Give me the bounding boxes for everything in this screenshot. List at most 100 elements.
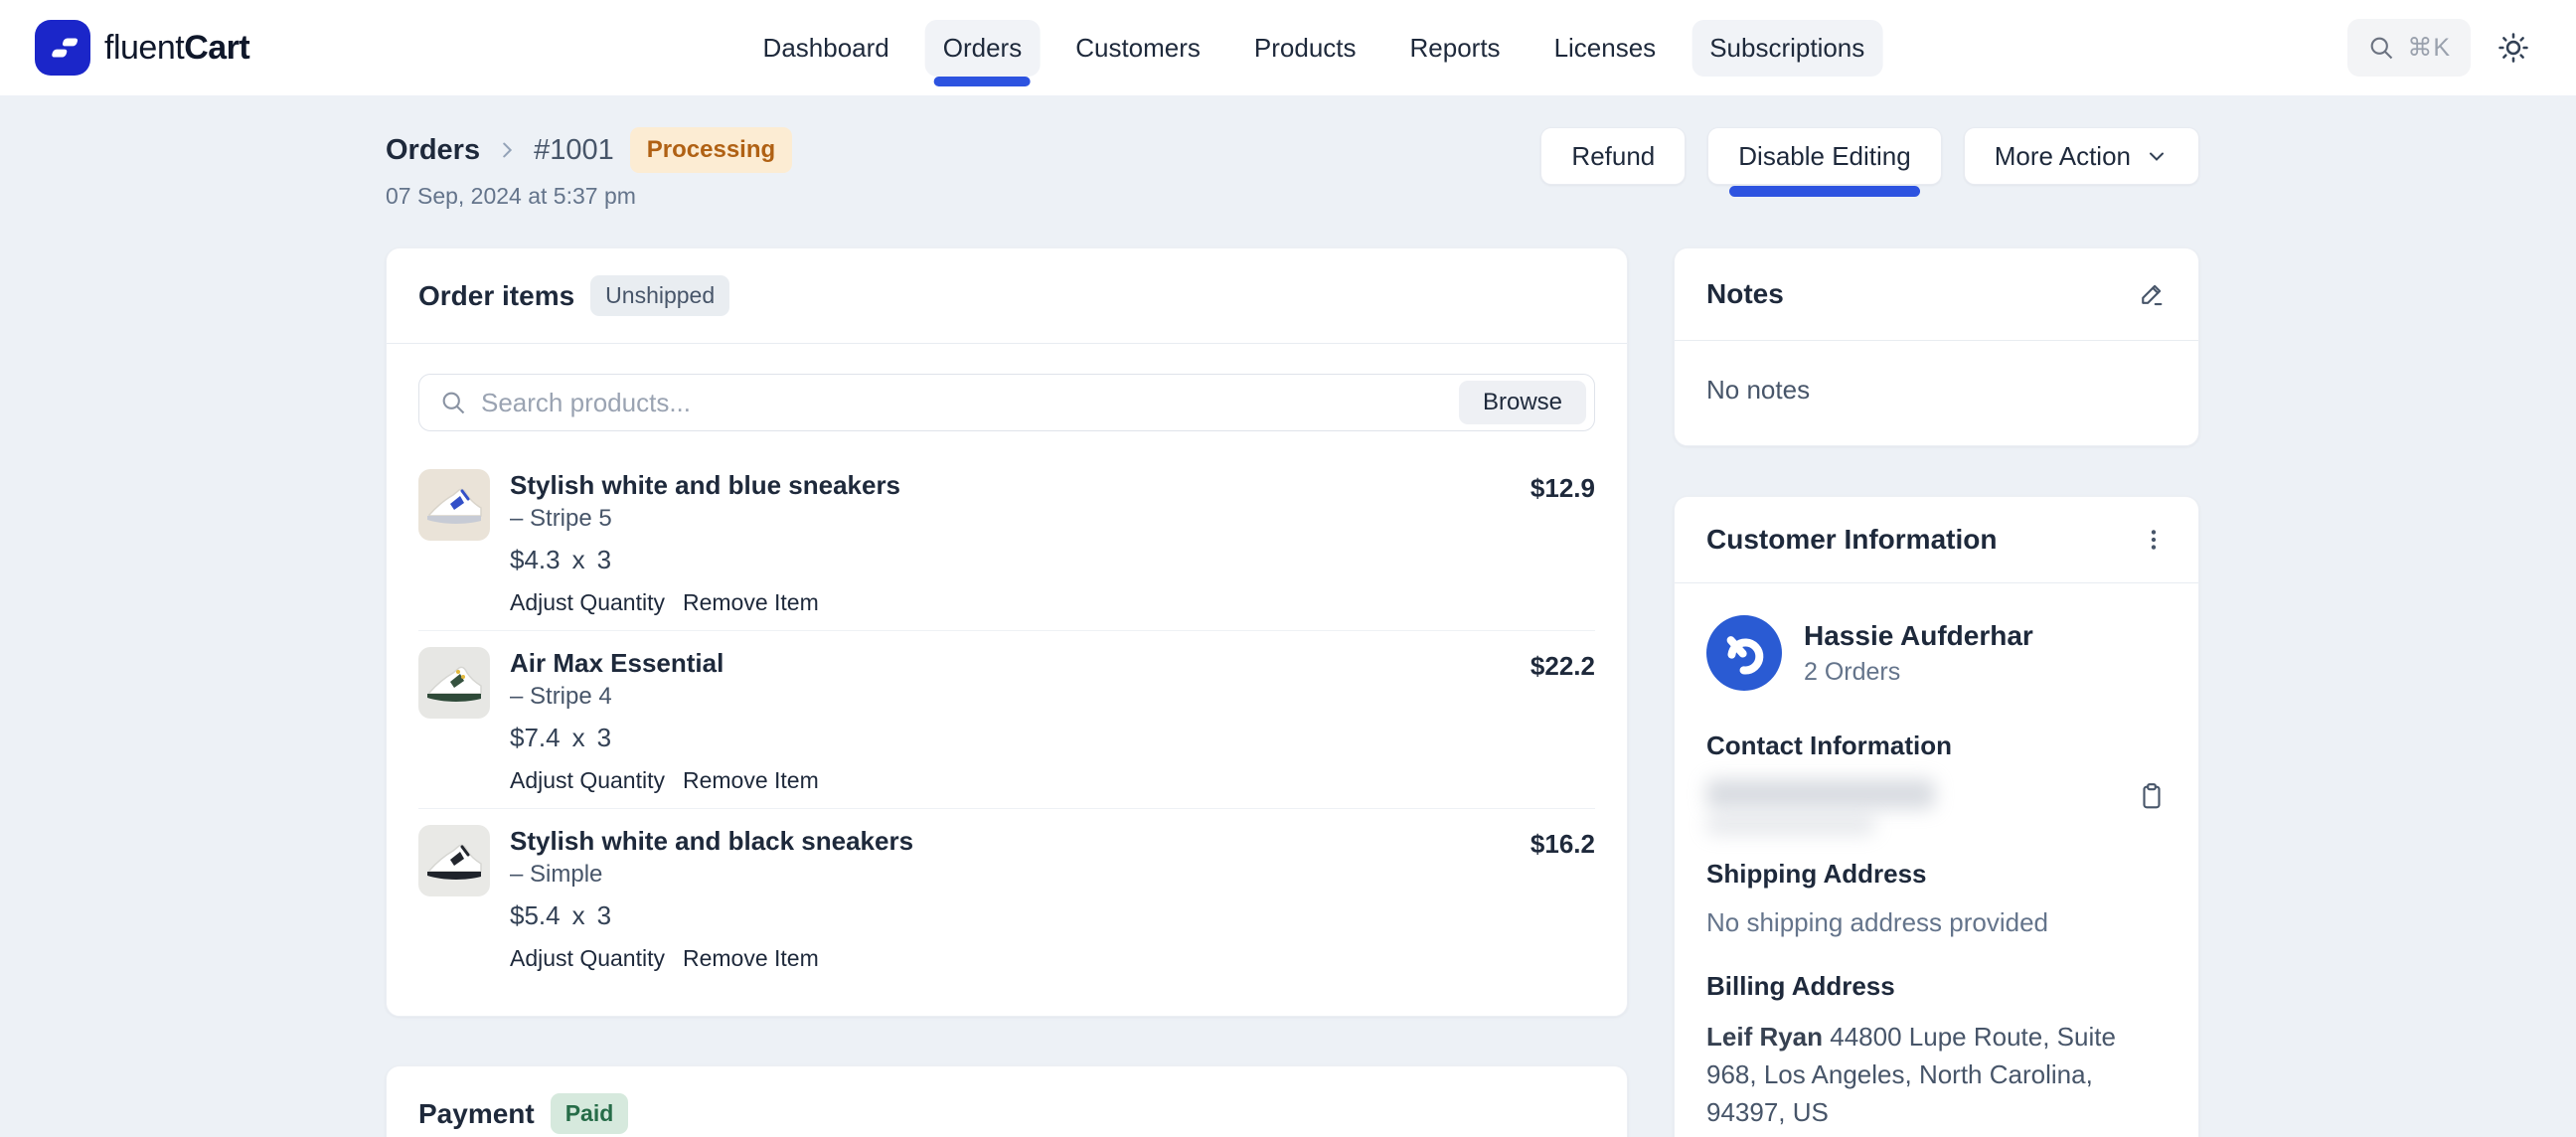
product-thumbnail [418,825,490,896]
quantity: 3 [597,900,611,931]
edit-notes-button[interactable] [2137,279,2167,309]
sun-icon [2496,31,2530,65]
header-right-controls: ⌘K [2347,19,2530,77]
pencil-icon [2137,279,2167,309]
browse-products-button[interactable]: Browse [1459,381,1586,424]
contact-information-section: Contact Information [1706,731,2167,835]
qty-separator: x [572,900,585,931]
price-quantity: $7.4 x 3 [510,723,1511,753]
product-name[interactable]: Stylish white and black sneakers [510,825,1511,857]
brand-name: fluentCart [104,29,249,68]
qty-separator: x [572,545,585,575]
order-item-row: Air Max Essential – Stripe 4 $7.4 x 3 Ad… [418,631,1595,809]
search-icon [439,389,467,416]
contact-email-row [1706,779,2167,835]
product-info: Stylish white and blue sneakers – Stripe… [510,469,1511,616]
customer-orders-count: 2 Orders [1804,658,2033,687]
customer-info-body: Hassie Aufderhar 2 Orders Contact Inform… [1675,583,2198,1137]
billing-heading: Billing Address [1706,971,2167,1002]
order-layout: Order items Unshipped Browse [386,247,2199,1137]
order-item-row: Stylish white and black sneakers – Simpl… [418,809,1595,986]
unit-price: $5.4 [510,900,561,931]
unit-price: $4.3 [510,545,561,575]
billing-name: Leif Ryan [1706,1022,1823,1052]
shipping-heading: Shipping Address [1706,859,2167,890]
contact-email-redacted [1706,779,1935,835]
product-name[interactable]: Stylish white and blue sneakers [510,469,1511,501]
notes-header: Notes [1675,248,2198,341]
billing-address-text: Leif Ryan 44800 Lupe Route, Suite 968, L… [1706,1018,2167,1131]
notes-empty-text: No notes [1675,341,2198,445]
order-item-row: Stylish white and blue sneakers – Stripe… [418,453,1595,631]
refund-button[interactable]: Refund [1540,127,1686,185]
page-content: Orders #1001 Processing 07 Sep, 2024 at … [0,127,2576,1137]
nav-customers[interactable]: Customers [1057,20,1218,77]
shipment-status-badge: Unshipped [590,275,729,316]
customer-avatar [1706,615,1782,691]
search-shortcut-label: ⌘K [2407,33,2451,63]
order-number: #1001 [534,134,614,167]
adjust-quantity-link[interactable]: Adjust Quantity [510,945,665,972]
brand-logo[interactable]: fluentCart [35,20,249,76]
theme-toggle-button[interactable] [2496,31,2530,65]
customer-name: Hassie Aufderhar [1804,620,2033,652]
disable-editing-button[interactable]: Disable Editing [1707,127,1941,185]
order-status-badge: Processing [630,127,792,173]
order-main-column: Order items Unshipped Browse [386,247,1628,1137]
product-variant: – Stripe 4 [510,683,1511,711]
order-toolbar: Orders #1001 Processing 07 Sep, 2024 at … [386,127,2199,210]
price-quantity: $4.3 x 3 [510,545,1511,575]
payment-header: Payment Paid [387,1066,1627,1137]
product-thumbnail [418,647,490,719]
qty-separator: x [572,723,585,753]
chevron-right-icon [496,139,518,161]
customer-info-header: Customer Information [1675,497,2198,583]
payment-title: Payment [418,1098,535,1130]
breadcrumb-orders-link[interactable]: Orders [386,134,480,167]
order-date: 07 Sep, 2024 at 5:37 pm [386,183,792,210]
nav-subscriptions[interactable]: Subscriptions [1691,20,1882,77]
quantity: 3 [597,545,611,575]
nav-products[interactable]: Products [1236,20,1374,77]
product-name[interactable]: Air Max Essential [510,647,1511,679]
product-variant: – Stripe 5 [510,505,1511,533]
payment-card: Payment Paid [386,1065,1628,1137]
order-items-title: Order items [418,280,574,312]
customer-summary[interactable]: Hassie Aufderhar 2 Orders [1706,615,2167,691]
chevron-down-icon [2145,144,2169,168]
nav-licenses[interactable]: Licenses [1536,20,1675,77]
order-side-column: Notes No notes Customer Information [1674,247,2199,1137]
product-variant: – Simple [510,861,1511,889]
nav-reports[interactable]: Reports [1392,20,1519,77]
remove-item-link[interactable]: Remove Item [683,589,819,616]
nav-dashboard[interactable]: Dashboard [745,20,907,77]
order-items-card: Order items Unshipped Browse [386,247,1628,1017]
line-total: $16.2 [1530,829,1595,972]
product-thumbnail [418,469,490,541]
line-total: $22.2 [1530,651,1595,794]
order-heading-block: Orders #1001 Processing 07 Sep, 2024 at … [386,127,792,210]
global-search-button[interactable]: ⌘K [2347,19,2471,77]
product-search-input[interactable] [481,388,1459,418]
notes-title: Notes [1706,278,1784,310]
nav-orders[interactable]: Orders [925,20,1040,77]
remove-item-link[interactable]: Remove Item [683,945,819,972]
editing-progress-bar [1729,186,1919,197]
contact-heading: Contact Information [1706,731,2167,761]
breadcrumb: Orders #1001 Processing [386,127,792,173]
product-info: Stylish white and black sneakers – Simpl… [510,825,1511,972]
customer-info-card: Customer Information [1674,496,2199,1137]
notes-card: Notes No notes [1674,247,2199,446]
billing-address-section: Billing Address Leif Ryan 44800 Lupe Rou… [1706,971,2167,1131]
remove-item-link[interactable]: Remove Item [683,767,819,794]
more-action-button[interactable]: More Action [1964,127,2199,185]
nav-orders-label: Orders [943,33,1022,63]
customer-menu-button[interactable] [2141,527,2167,553]
adjust-quantity-link[interactable]: Adjust Quantity [510,589,665,616]
copy-email-button[interactable] [2137,781,2167,811]
payment-status-badge: Paid [551,1093,629,1134]
line-total: $12.9 [1530,473,1595,616]
order-items-header: Order items Unshipped [387,248,1627,344]
unit-price: $7.4 [510,723,561,753]
adjust-quantity-link[interactable]: Adjust Quantity [510,767,665,794]
